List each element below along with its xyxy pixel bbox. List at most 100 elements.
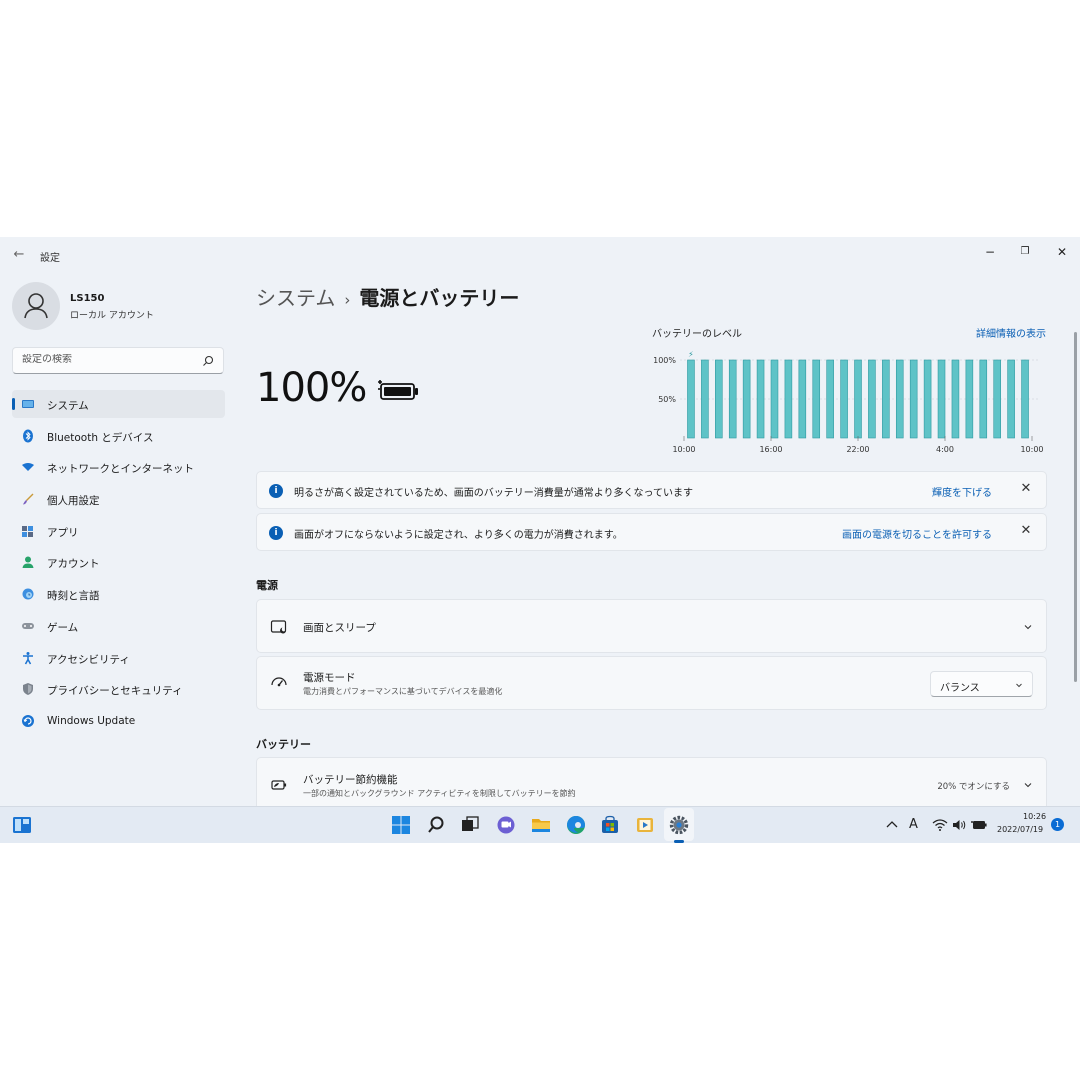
sidebar-nav: システム Bluetooth とデバイス ネットワークとインターネット 個人用設…: [12, 390, 225, 739]
back-button[interactable]: ←: [10, 246, 28, 264]
media-player-icon[interactable]: [634, 814, 656, 836]
details-link[interactable]: 詳細情報の表示: [976, 325, 1046, 340]
user-icon: [24, 293, 48, 319]
x-tick-label: 22:00: [846, 445, 869, 454]
battery-saver-icon: [271, 780, 287, 790]
info-icon: i: [269, 484, 283, 498]
sidebar-item-accessibility[interactable]: アクセシビリティ: [12, 644, 225, 672]
sidebar-item-privacy[interactable]: プライバシーとセキュリティ: [12, 675, 225, 703]
chevron-down-icon[interactable]: [1022, 621, 1034, 633]
y-tick-label: 50%: [658, 395, 676, 404]
network-icon: [22, 463, 34, 472]
x-tick-label: 4:00: [936, 445, 954, 454]
close-icon[interactable]: ✕: [1018, 481, 1034, 497]
sidebar-item-bluetooth[interactable]: Bluetooth とデバイス: [12, 422, 225, 450]
minimize-button[interactable]: −: [976, 241, 1004, 263]
close-button[interactable]: ✕: [1048, 241, 1076, 263]
power-mode-select[interactable]: バランス: [930, 671, 1033, 697]
battery-saver-status: 20% でオンにする: [937, 782, 1010, 792]
file-explorer-icon[interactable]: [530, 814, 552, 836]
reduce-brightness-link[interactable]: 輝度を下げる: [932, 484, 992, 499]
sidebar-item-apps[interactable]: アプリ: [12, 517, 225, 545]
battery-saver-row[interactable]: バッテリー節約機能 一部の通知とバックグラウンド アクティビティを制限してバッテ…: [256, 757, 1047, 811]
notice-text: 画面がオフにならないように設定され、より多くの電力が消費されます。: [294, 530, 623, 541]
chevron-down-icon[interactable]: [1022, 779, 1034, 791]
shield-icon: [23, 683, 33, 696]
chart-bar: [826, 359, 834, 439]
x-tick-label: 10:00: [672, 445, 695, 454]
chart-bar: [965, 359, 974, 439]
chart-bar: [951, 359, 960, 439]
chart-bar: [715, 359, 723, 439]
sidebar-item-system[interactable]: システム: [12, 390, 225, 418]
brush-icon: [23, 493, 34, 505]
close-icon[interactable]: ✕: [1018, 523, 1034, 539]
screen-sleep-row[interactable]: 画面とスリープ: [256, 599, 1047, 653]
chart-bar: [854, 359, 862, 439]
app-title: 設定: [40, 253, 60, 264]
sidebar-item-label: 時刻と言語: [47, 590, 100, 603]
update-icon: [22, 714, 34, 727]
settings-gear-icon[interactable]: [668, 814, 690, 836]
select-value: バランス: [940, 683, 980, 694]
allow-screen-off-link[interactable]: 画面の電源を切ることを許可する: [842, 526, 992, 541]
chart-bar: [909, 359, 918, 439]
chart-bar: [770, 359, 779, 439]
scrollbar[interactable]: [1074, 332, 1077, 682]
sidebar-item-label: システム: [47, 400, 89, 412]
restore-button[interactable]: ❐: [1011, 241, 1039, 263]
sidebar-item-accounts[interactable]: アカウント: [12, 548, 225, 576]
chart-bar: [979, 359, 988, 439]
chart-bar: [895, 359, 904, 439]
clock-date[interactable]: 2022/07/19: [997, 825, 1043, 834]
start-icon[interactable]: [390, 814, 412, 836]
widgets-icon[interactable]: [11, 814, 33, 836]
clock-time[interactable]: 10:26: [1023, 812, 1046, 821]
chart-bar: [1021, 359, 1029, 439]
store-icon[interactable]: [599, 814, 621, 836]
search-icon[interactable]: [201, 354, 215, 368]
sidebar-item-label: アプリ: [47, 526, 79, 539]
profile-name: LS150: [70, 293, 105, 304]
section-title-power: 電源: [256, 579, 278, 592]
sidebar-item-label: ネットワークとインターネット: [47, 463, 194, 476]
chart-bar: [812, 359, 821, 439]
avatar[interactable]: [12, 282, 60, 330]
battery-charging-icon: [378, 380, 418, 400]
breadcrumb-separator: ›: [344, 291, 351, 309]
sidebar-item-label: Windows Update: [47, 714, 136, 727]
x-tick-label: 16:00: [759, 445, 782, 454]
chart-bar: [756, 359, 765, 439]
info-icon: i: [269, 526, 283, 540]
search-icon[interactable]: [425, 814, 447, 836]
chevron-up-icon[interactable]: [884, 814, 900, 836]
search-input[interactable]: [22, 354, 192, 365]
chart-bar: [742, 359, 751, 439]
search-box[interactable]: [12, 347, 224, 374]
sidebar-item-time-language[interactable]: 時刻と言語: [12, 580, 225, 608]
wifi-icon[interactable]: [932, 814, 948, 836]
ime-indicator[interactable]: A: [909, 817, 918, 832]
sidebar-item-gaming[interactable]: ゲーム: [12, 612, 225, 640]
chat-icon[interactable]: [495, 814, 517, 836]
sidebar-item-personalization[interactable]: 個人用設定: [12, 485, 225, 513]
task-view-icon[interactable]: [459, 814, 481, 836]
battery-level-chart: 100% 50% ⚡ 10:00 16:00 22:00 4:00 10:00: [653, 350, 1043, 454]
edge-icon[interactable]: [565, 814, 587, 836]
page-title: 電源とバッテリー: [359, 286, 520, 310]
volume-icon[interactable]: [951, 814, 967, 836]
sidebar-item-label: プライバシーとセキュリティ: [47, 685, 183, 698]
chart-bar: [882, 359, 890, 439]
sidebar-item-label: アカウント: [47, 558, 100, 571]
sidebar-item-network[interactable]: ネットワークとインターネット: [12, 453, 225, 481]
breadcrumb-parent[interactable]: システム: [256, 286, 335, 310]
notification-badge[interactable]: 1: [1051, 818, 1064, 831]
sidebar-item-windows-update[interactable]: Windows Update: [12, 707, 225, 735]
chevron-down-icon: [1016, 683, 1022, 688]
section-title-battery: バッテリー: [256, 738, 311, 751]
row-title: バッテリー節約機能: [303, 774, 398, 786]
charging-marker: ⚡: [688, 350, 694, 359]
battery-percentage: 100%: [256, 365, 367, 411]
battery-tray-icon[interactable]: [970, 814, 988, 836]
globe-clock-icon: [22, 588, 34, 600]
